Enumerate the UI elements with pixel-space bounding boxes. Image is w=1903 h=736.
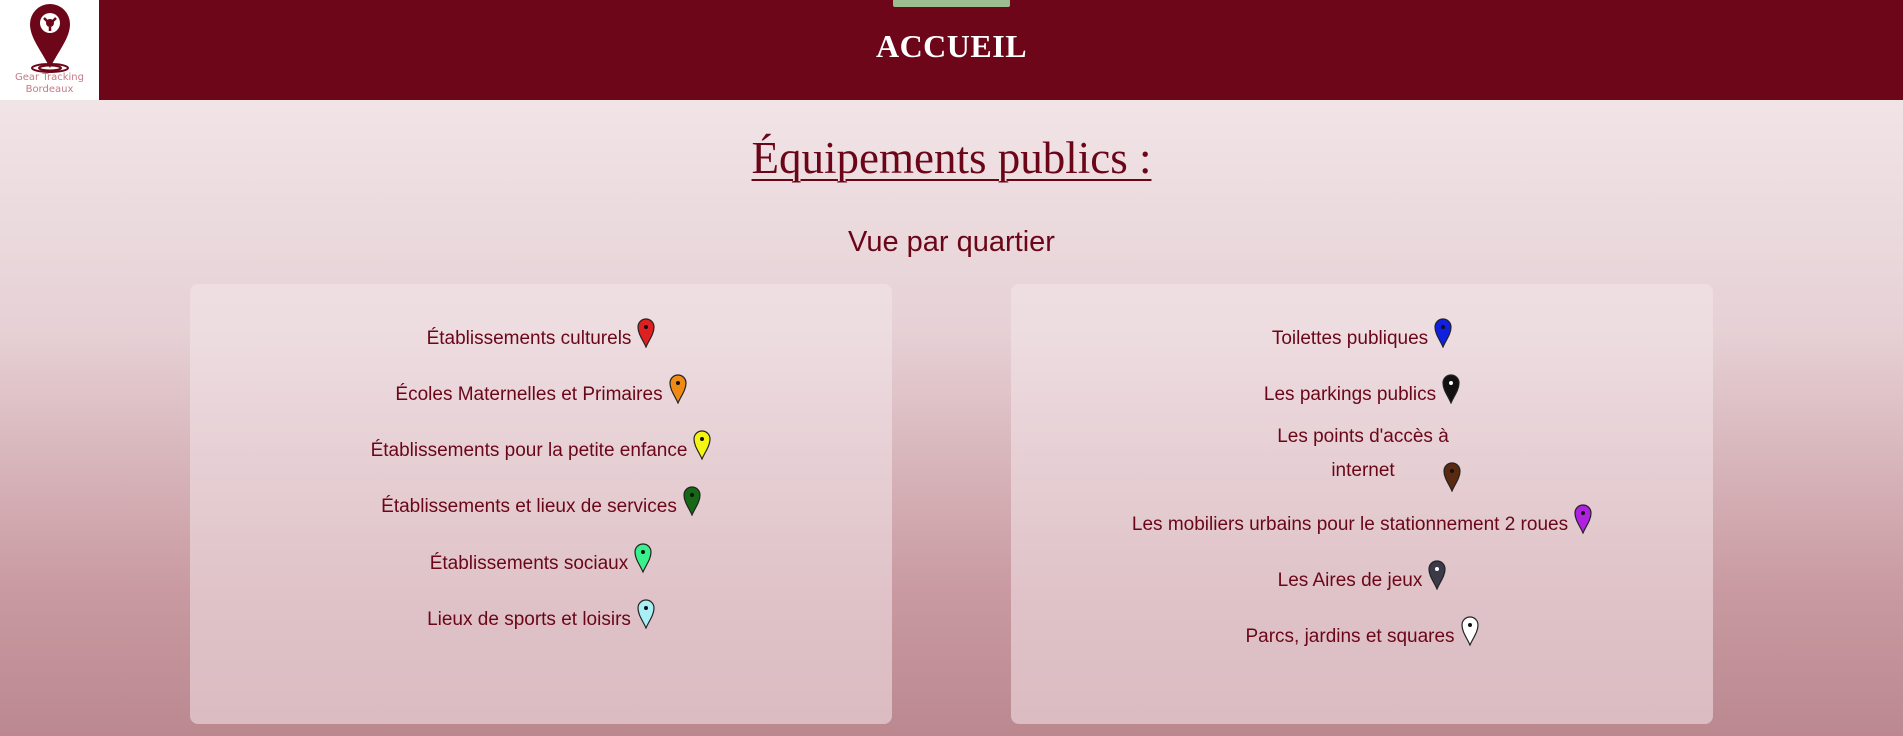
- category-label: Les parkings publics: [1263, 384, 1437, 405]
- map-pin-icon: [634, 543, 652, 573]
- logo-text-line2: Bordeaux: [25, 84, 74, 95]
- category-label: Toilettes publiques: [1271, 328, 1429, 349]
- header-bar: Gear Tracking Bordeaux ACCUEIL: [0, 0, 1903, 100]
- category-item-parkings[interactable]: Les parkings publics: [1011, 374, 1713, 406]
- logo-text: Gear Tracking Bordeaux: [15, 72, 84, 96]
- category-label: Établissements sociaux: [429, 553, 629, 574]
- right-category-panel: Toilettes publiques Les parkings publics…: [1011, 284, 1713, 724]
- category-item-playgrounds[interactable]: Les Aires de jeux: [1011, 560, 1713, 592]
- map-pin-icon: [1460, 616, 1479, 646]
- page-title-text: Équipements publics :: [751, 133, 1152, 183]
- map-pin-icon: [1574, 504, 1592, 534]
- category-label: Les points d'accès à internet: [1277, 426, 1449, 481]
- map-pin-icon: [683, 486, 701, 516]
- logo-text-line1: Gear Tracking: [15, 72, 84, 83]
- map-pin-icon: [637, 318, 656, 348]
- category-label: Écoles Maternelles et Primaires: [395, 384, 663, 405]
- nav-home-title[interactable]: ACCUEIL: [0, 28, 1903, 65]
- category-label: Lieux de sports et loisirs: [427, 609, 631, 630]
- map-pin-icon: [1434, 318, 1452, 348]
- category-item-parks[interactable]: Parcs, jardins et squares: [1011, 616, 1713, 648]
- category-label: Les Aires de jeux: [1277, 570, 1423, 591]
- map-pin-icon: [1428, 560, 1446, 590]
- map-pin-icon: [668, 374, 687, 404]
- map-pin-icon: [1443, 462, 1461, 492]
- category-item-cultural[interactable]: Établissements culturels: [190, 318, 892, 350]
- category-label: Parcs, jardins et squares: [1245, 626, 1455, 647]
- map-pin-icon: [693, 430, 712, 460]
- page-title: Équipements publics :: [0, 132, 1903, 184]
- category-item-internet-access[interactable]: Les points d'accès à internet: [1011, 420, 1713, 492]
- left-category-panel: Établissements culturels Écoles Maternel…: [190, 284, 892, 724]
- category-item-social[interactable]: Établissements sociaux: [190, 543, 892, 575]
- category-label: Les mobiliers urbains pour le stationnem…: [1131, 514, 1569, 535]
- page-subtitle: Vue par quartier: [848, 226, 1055, 258]
- category-item-bike-parking[interactable]: Les mobiliers urbains pour le stationnem…: [1011, 504, 1713, 536]
- category-label: Établissements pour la petite enfance: [370, 440, 688, 461]
- map-pin-icon: [1442, 374, 1460, 404]
- category-item-early-childhood[interactable]: Établissements pour la petite enfance: [190, 430, 892, 462]
- map-pin-icon: [637, 599, 655, 629]
- category-item-services[interactable]: Établissements et lieux de services: [190, 486, 892, 518]
- category-label: Établissements culturels: [426, 328, 632, 349]
- category-item-toilets[interactable]: Toilettes publiques: [1011, 318, 1713, 350]
- category-item-sports[interactable]: Lieux de sports et loisirs: [190, 599, 892, 631]
- category-item-schools[interactable]: Écoles Maternelles et Primaires: [190, 374, 892, 406]
- category-label: Établissements et lieux de services: [381, 496, 677, 517]
- active-tab-indicator: [893, 0, 1010, 7]
